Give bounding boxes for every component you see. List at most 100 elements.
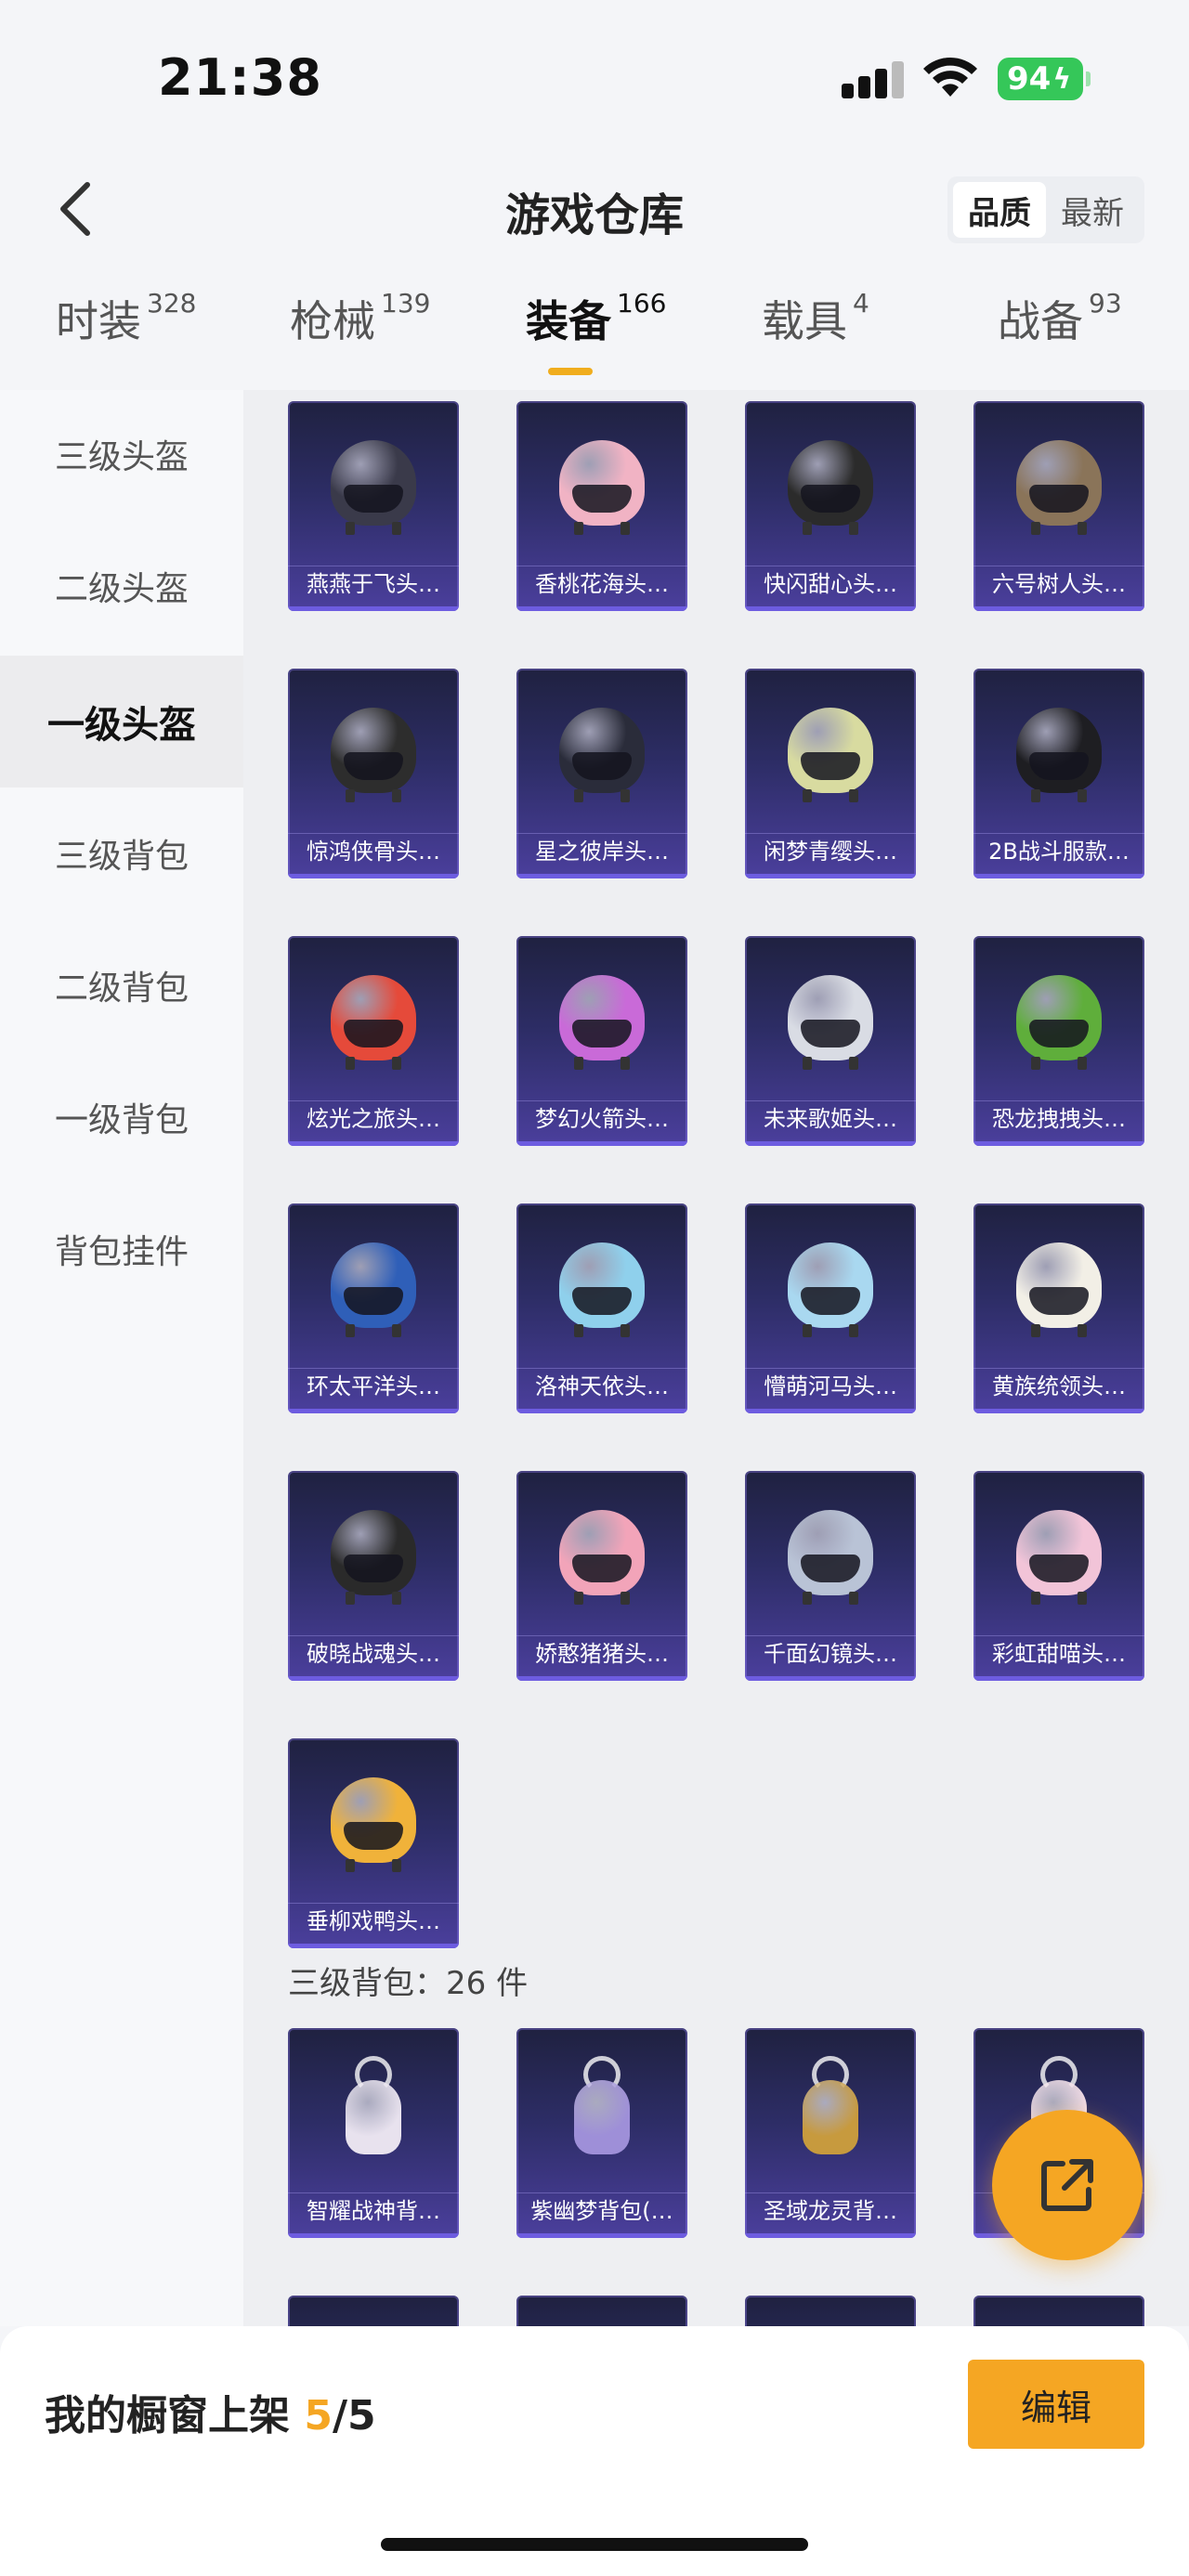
tab-label: 战备 — [998, 296, 1083, 346]
helmet-item-card[interactable]: 快闪甜心头… — [745, 401, 916, 611]
item-name: 燕燕于飞头… — [307, 571, 440, 597]
item-name: 梦幻火箭头… — [535, 1106, 669, 1132]
backpack-item-card[interactable]: 智耀战神背… — [288, 2028, 459, 2238]
helmet-icon — [331, 1242, 416, 1337]
item-name: 快闪甜心头… — [764, 571, 897, 597]
sort-by-quality-button[interactable]: 品质 — [953, 182, 1046, 238]
item-name: 2B战斗服款… — [988, 839, 1130, 865]
helmet-item-card[interactable]: 燕燕于飞头… — [288, 401, 459, 611]
helmet-icon — [1016, 1242, 1102, 1337]
backpack-item-card[interactable] — [745, 2296, 916, 2326]
item-name: 炫光之旅头… — [307, 1106, 440, 1132]
item-name: 破晓战魂头… — [307, 1641, 440, 1667]
tab-label: 枪械 — [290, 296, 375, 346]
backpack-item-card[interactable] — [288, 2296, 459, 2326]
item-name: 娇憨猪猪头… — [535, 1641, 669, 1667]
tab-count: 139 — [381, 288, 431, 319]
item-name: 环太平洋头… — [307, 1373, 440, 1399]
nav-header: 游戏仓库 品质 最新 — [0, 158, 1189, 260]
sidebar-item-backpack-charm[interactable]: 背包挂件 — [0, 1183, 243, 1315]
helmet-item-card[interactable]: 闲梦青缨头… — [745, 669, 916, 878]
sidebar-item-level2-helmet[interactable]: 二级头盔 — [0, 520, 243, 652]
share-button[interactable] — [992, 2110, 1143, 2260]
helmet-item-card[interactable]: 六号树人头… — [973, 401, 1144, 611]
home-indicator — [381, 2538, 808, 2551]
item-name: 智耀战神背… — [307, 2198, 440, 2224]
sidebar-item-level1-helmet[interactable]: 一级头盔 — [0, 656, 243, 787]
section-count: ：26 件 — [414, 1965, 529, 2002]
wifi-icon — [923, 57, 977, 97]
item-name: 黄族统领头… — [992, 1373, 1126, 1399]
sidebar-item-level3-backpack[interactable]: 三级背包 — [0, 787, 243, 919]
helmet-item-card[interactable]: 千面幻镜头… — [745, 1471, 916, 1681]
item-name: 紫幽梦背包(… — [530, 2198, 673, 2224]
status-bar: 21:38 94 ϟ — [0, 0, 1189, 158]
helmet-item-card[interactable]: 香桃花海头… — [516, 401, 687, 611]
backpack-item-card[interactable]: 紫幽梦背包(… — [516, 2028, 687, 2238]
tab-count: 166 — [617, 288, 667, 319]
edit-button[interactable]: 编辑 — [968, 2360, 1144, 2449]
helmet-icon — [331, 1777, 416, 1872]
active-tab-indicator — [548, 368, 593, 375]
showcase-current-count: 5 — [304, 2392, 333, 2439]
item-name: 惊鸿侠骨头… — [307, 839, 440, 865]
tab-fashion[interactable]: 时装 328 — [56, 288, 196, 381]
sidebar-item-level2-backpack[interactable]: 二级背包 — [0, 919, 243, 1051]
helmet-item-card[interactable]: 惊鸿侠骨头… — [288, 669, 459, 878]
helmet-item-card[interactable]: 黄族统领头… — [973, 1203, 1144, 1413]
battery-indicator: 94 ϟ — [998, 58, 1091, 100]
item-name: 香桃花海头… — [535, 571, 669, 597]
showcase-total-count: /5 — [332, 2392, 376, 2439]
helmet-item-card[interactable]: 洛神天依头… — [516, 1203, 687, 1413]
tab-label: 时装 — [56, 296, 141, 346]
clock: 21:38 — [158, 48, 322, 107]
helmet-item-card[interactable]: 懵萌河马头… — [745, 1203, 916, 1413]
helmet-icon — [788, 440, 873, 535]
helmet-icon — [331, 708, 416, 802]
helmet-item-card[interactable]: 环太平洋头… — [288, 1203, 459, 1413]
helmet-item-card[interactable]: 炫光之旅头… — [288, 936, 459, 1146]
helmet-icon — [1016, 440, 1102, 535]
helmet-item-card[interactable]: 娇憨猪猪头… — [516, 1471, 687, 1681]
tab-label: 装备 — [526, 296, 611, 346]
backpack-item-card[interactable] — [973, 2296, 1144, 2326]
sidebar-item-level3-helmet[interactable]: 三级头盔 — [0, 388, 243, 520]
helmet-icon — [1016, 708, 1102, 802]
charging-bolt-icon: ϟ — [1052, 62, 1072, 96]
helmet-item-card[interactable]: 星之彼岸头… — [516, 669, 687, 878]
sidebar-item-level1-backpack[interactable]: 一级背包 — [0, 1051, 243, 1183]
item-name: 懵萌河马头… — [764, 1373, 897, 1399]
backpack-icon — [338, 2056, 409, 2167]
tab-supplies[interactable]: 战备 93 — [998, 288, 1122, 381]
helmet-icon — [788, 975, 873, 1070]
tab-count: 328 — [147, 288, 197, 319]
helmet-item-card[interactable]: 破晓战魂头… — [288, 1471, 459, 1681]
backpack-item-card[interactable] — [516, 2296, 687, 2326]
helmet-item-card[interactable]: 彩虹甜喵头… — [973, 1471, 1144, 1681]
tab-vehicles[interactable]: 载具 4 — [762, 288, 869, 381]
helmet-item-card[interactable]: 恐龙拽拽头… — [973, 936, 1144, 1146]
helmet-icon — [1016, 975, 1102, 1070]
backpack-item-card[interactable]: 圣域龙灵背… — [745, 2028, 916, 2238]
item-name: 闲梦青缨头… — [764, 839, 897, 865]
helmet-icon — [331, 440, 416, 535]
helmet-item-card[interactable]: 2B战斗服款… — [973, 669, 1144, 878]
helmet-item-card[interactable]: 未来歌姬头… — [745, 936, 916, 1146]
sort-by-newest-button[interactable]: 最新 — [1046, 182, 1139, 238]
helmet-icon — [559, 440, 645, 535]
showcase-label: 我的橱窗上架 — [45, 2392, 305, 2439]
helmet-item-card[interactable]: 梦幻火箭头… — [516, 936, 687, 1146]
section-title: 三级背包 — [288, 1965, 414, 2002]
item-name: 星之彼岸头… — [535, 839, 669, 865]
subcategory-sidebar: 三级头盔 二级头盔 一级头盔 三级背包 二级背包 一级背包 背包挂件 — [0, 390, 243, 2326]
tab-firearms[interactable]: 枪械 139 — [290, 288, 430, 381]
helmet-icon — [559, 708, 645, 802]
helmet-item-card[interactable]: 垂柳戏鸭头… — [288, 1738, 459, 1948]
tab-equipment[interactable]: 装备 166 — [526, 288, 666, 381]
backpack-icon — [795, 2056, 866, 2167]
helmet-icon — [559, 1510, 645, 1605]
tab-label: 载具 — [762, 296, 847, 346]
item-name: 彩虹甜喵头… — [992, 1641, 1126, 1667]
helmet-icon — [331, 1510, 416, 1605]
backpack-icon — [567, 2056, 637, 2167]
